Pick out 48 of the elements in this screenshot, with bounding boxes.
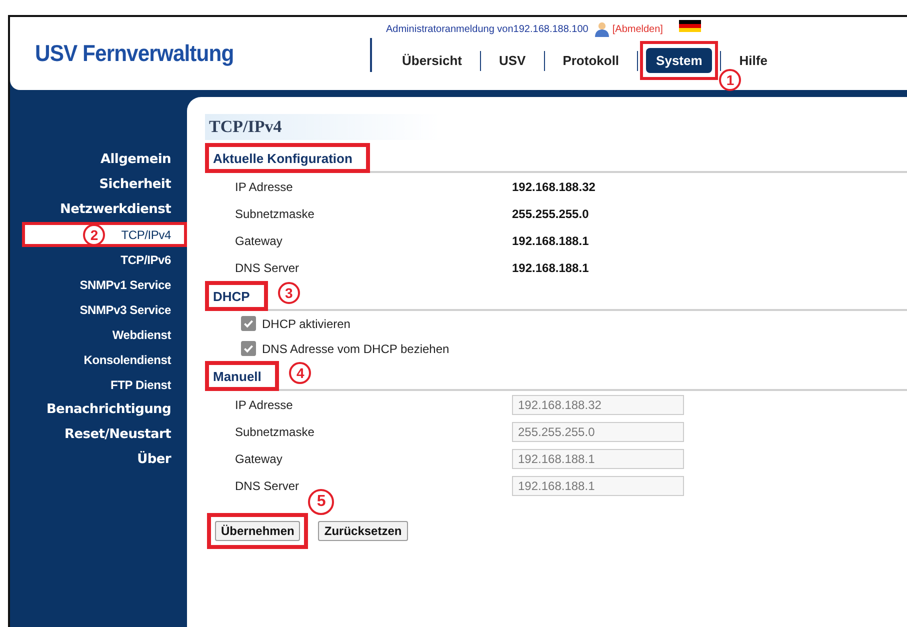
checkbox[interactable]	[241, 341, 256, 356]
field-label: Subnetzmaske	[235, 206, 316, 220]
field-label: Gateway	[235, 452, 284, 466]
sidebar-item[interactable]: FTP Dienst	[110, 378, 171, 392]
sidebar-item[interactable]: Reset/Neustart	[64, 427, 171, 442]
nav-tab[interactable]: Protokoll	[552, 48, 630, 73]
login-info-text: Administratoranmeldung von192.168.188.100	[386, 24, 588, 34]
button[interactable]: Übernehmen	[215, 521, 300, 541]
sidebar-item[interactable]: Webdienst	[112, 328, 171, 342]
step-number-badge: 5	[308, 489, 334, 515]
sidebar-item[interactable]: TCP/IPv6	[120, 252, 171, 266]
step-number-badge: 4	[289, 362, 312, 384]
step-number-badge: 1	[719, 69, 742, 91]
sidebar-item[interactable]: TCP/IPv4	[121, 228, 171, 242]
field-label: Subnetzmaske	[235, 424, 316, 438]
field-value: 192.168.188.1	[512, 260, 589, 274]
field-value: 192.168.188.1	[512, 234, 589, 248]
logo: USV Fernverwaltung	[35, 40, 235, 67]
sidebar-item[interactable]: Benachrichtigung	[46, 402, 171, 417]
sidebar-item[interactable]: Sicherheit	[99, 177, 171, 192]
button[interactable]: Zurücksetzen	[318, 521, 408, 541]
field-label: IP Adresse	[235, 180, 294, 194]
section-heading: DHCP	[205, 281, 268, 311]
field-value: 192.168.188.32	[512, 180, 596, 194]
checkbox[interactable]	[241, 316, 256, 331]
field-label: Gateway	[235, 234, 284, 248]
field-label: IP Adresse	[235, 398, 294, 412]
step-number-badge: 2	[83, 224, 106, 246]
sidebar-item[interactable]: Allgemein	[100, 152, 171, 167]
step-number-badge: 3	[278, 282, 300, 304]
section-heading: Aktuelle Konfiguration	[205, 143, 370, 173]
field-value: 255.255.255.0	[512, 206, 589, 220]
sidebar-item[interactable]: SNMPv3 Service	[80, 302, 171, 316]
checkbox-label: DHCP aktivieren	[262, 316, 350, 330]
field-label: DNS Server	[235, 478, 300, 492]
sidebar-item[interactable]: SNMPv1 Service	[80, 278, 171, 292]
user-icon	[594, 21, 610, 37]
logout-link[interactable]: [Abmelden]	[612, 24, 663, 34]
sidebar-item[interactable]: Netzwerkdienst	[60, 202, 171, 217]
sidebar-item[interactable]: Konsolendienst	[84, 352, 171, 366]
nav-tab[interactable]: System	[646, 48, 712, 73]
field-label: DNS Server	[235, 260, 300, 274]
flag-icon[interactable]	[678, 20, 701, 32]
nav-tab[interactable]: USV	[488, 48, 536, 73]
checkbox-label: DNS Adresse vom DHCP beziehen	[262, 342, 450, 356]
sidebar-item[interactable]: Über	[137, 452, 171, 467]
nav-tab[interactable]: Übersicht	[392, 48, 472, 73]
section-heading: Manuell	[205, 361, 280, 391]
